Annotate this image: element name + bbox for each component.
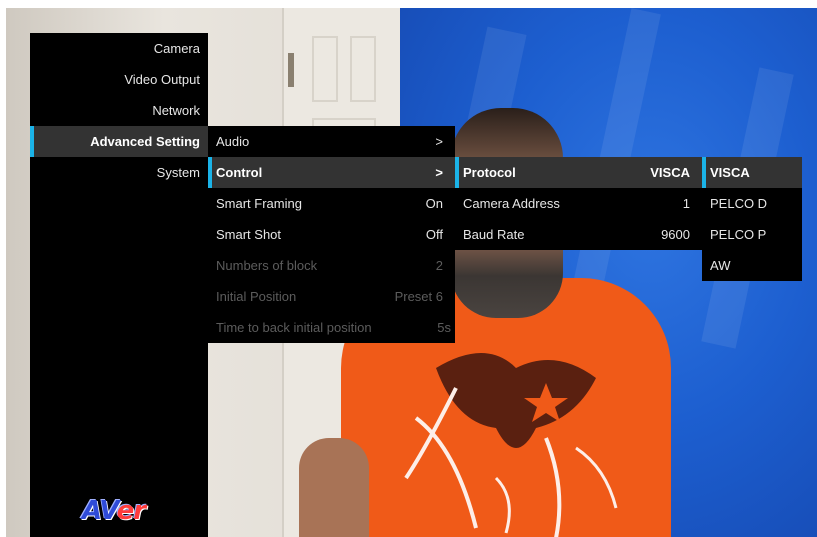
main-menu-item-system[interactable]: System bbox=[30, 157, 208, 188]
main-menu-item-camera[interactable]: Camera bbox=[30, 33, 208, 64]
advanced-item-control[interactable]: Control > bbox=[208, 157, 455, 188]
aver-logo: AVer bbox=[82, 496, 146, 526]
protocol-option-aw[interactable]: AW bbox=[702, 250, 802, 281]
control-item-protocol[interactable]: Protocol VISCA bbox=[455, 157, 702, 188]
advanced-item-initial-position: Initial Position Preset 6 bbox=[216, 289, 443, 304]
protocol-option-visca[interactable]: VISCA bbox=[702, 157, 802, 188]
advanced-item-numbers-of-block: Numbers of block 2 bbox=[216, 258, 443, 273]
main-menu-item-video-output[interactable]: Video Output bbox=[30, 64, 208, 95]
advanced-item-smart-framing[interactable]: Smart Framing On bbox=[208, 188, 455, 219]
protocol-option-pelco-p[interactable]: PELCO P bbox=[702, 219, 802, 250]
advanced-item-audio[interactable]: Audio > bbox=[208, 126, 455, 157]
advanced-item-time-to-back: Time to back initial position 5s bbox=[216, 320, 451, 335]
person-arm bbox=[299, 438, 369, 537]
protocol-option-pelco-d[interactable]: PELCO D bbox=[702, 188, 802, 219]
main-menu-item-advanced-setting[interactable]: Advanced Setting bbox=[30, 126, 208, 157]
control-item-baud-rate[interactable]: Baud Rate 9600 bbox=[455, 219, 702, 250]
control-item-camera-address[interactable]: Camera Address 1 bbox=[455, 188, 702, 219]
door-hinge bbox=[288, 53, 294, 87]
main-menu-item-network[interactable]: Network bbox=[30, 95, 208, 126]
shirt-print-graphic bbox=[404, 353, 618, 537]
advanced-item-smart-shot[interactable]: Smart Shot Off bbox=[208, 219, 455, 250]
